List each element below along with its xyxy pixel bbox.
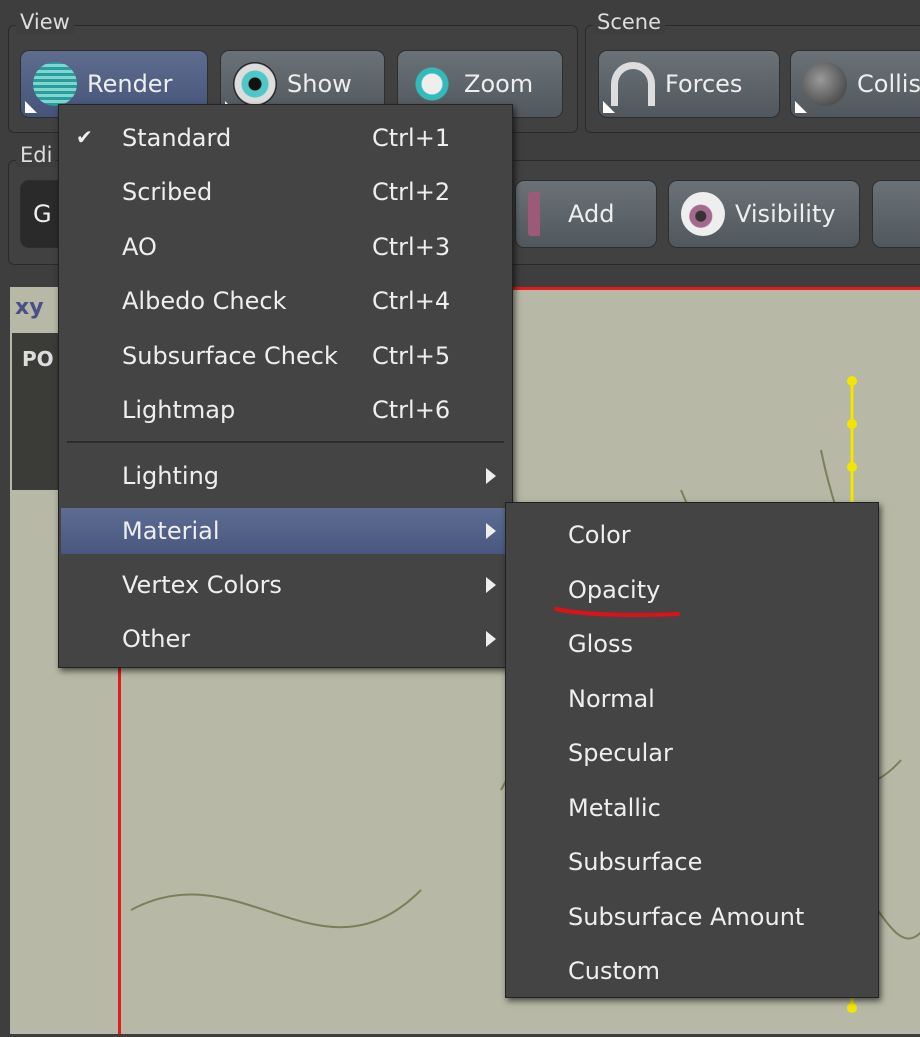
- add-label: Add: [568, 200, 615, 228]
- g-label: G: [33, 200, 52, 228]
- material-submenu: Color Opacity Gloss Normal Specular Meta…: [505, 502, 879, 998]
- item-shortcut: Ctrl+3: [372, 233, 451, 261]
- submenu-item-gloss[interactable]: Gloss: [506, 621, 878, 667]
- submenu-item-custom[interactable]: Custom: [506, 948, 878, 994]
- forces-button[interactable]: Forces: [598, 50, 780, 118]
- render-menu: ✔ Standard Ctrl+1 Scribed Ctrl+2 AO Ctrl+3 …: [58, 104, 513, 668]
- forces-label: Forces: [665, 70, 743, 98]
- menu-item-subsurface-check[interactable]: Subsurface Check Ctrl+5: [61, 333, 510, 379]
- globe-icon: [33, 62, 77, 106]
- item-label: AO: [122, 233, 157, 261]
- menu-item-lightmap[interactable]: Lightmap Ctrl+6: [61, 387, 510, 433]
- item-shortcut: Ctrl+1: [372, 124, 451, 152]
- collision-label: Collis: [857, 70, 920, 98]
- item-label: Albedo Check: [122, 287, 287, 315]
- render-label: Render: [87, 70, 173, 98]
- submenu-item-metallic[interactable]: Metallic: [506, 785, 878, 831]
- item-label: Vertex Colors: [122, 571, 282, 599]
- menu-item-vertex-colors[interactable]: Vertex Colors: [61, 562, 510, 608]
- item-label: Subsurface Check: [122, 342, 338, 370]
- submenu-item-specular[interactable]: Specular: [506, 730, 878, 776]
- item-label: Lighting: [122, 462, 220, 490]
- eye-icon: [233, 62, 277, 106]
- submenu-item-color[interactable]: Color: [506, 512, 878, 558]
- submenu-item-normal[interactable]: Normal: [506, 676, 878, 722]
- item-shortcut: Ctrl+5: [372, 342, 451, 370]
- item-label: Other: [122, 625, 191, 653]
- menu-item-lighting[interactable]: Lighting: [61, 453, 510, 499]
- transform-button[interactable]: [872, 180, 920, 248]
- submenu-item-subsurface[interactable]: Subsurface: [506, 839, 878, 885]
- item-shortcut: Ctrl+4: [372, 287, 451, 315]
- submenu-arrow-icon: [486, 468, 496, 484]
- item-label: Scribed: [122, 178, 213, 206]
- menu-item-albedo-check[interactable]: Albedo Check Ctrl+4: [61, 278, 510, 324]
- visibility-label: Visibility: [735, 200, 836, 228]
- menu-item-material[interactable]: Material: [61, 508, 510, 554]
- menu-separator: [67, 441, 504, 443]
- menu-item-other[interactable]: Other: [61, 616, 510, 662]
- add-button[interactable]: Add: [515, 180, 657, 248]
- submenu-item-subsurface-amount[interactable]: Subsurface Amount: [506, 894, 878, 940]
- magnet-icon: [611, 62, 655, 106]
- properties-label: PO: [22, 347, 54, 371]
- menu-item-standard[interactable]: Standard Ctrl+1: [61, 115, 510, 161]
- view-group-label: View: [16, 10, 74, 34]
- item-label: Standard: [122, 124, 232, 152]
- axis-label: xy: [15, 295, 44, 320]
- submenu-arrow-icon: [486, 523, 496, 539]
- item-label: Lightmap: [122, 396, 236, 424]
- menu-item-scribed[interactable]: Scribed Ctrl+2: [61, 169, 510, 215]
- bomb-icon: [803, 62, 847, 106]
- menu-item-ao[interactable]: AO Ctrl+3: [61, 224, 510, 270]
- scene-group-label: Scene: [593, 10, 666, 34]
- item-shortcut: Ctrl+2: [372, 178, 451, 206]
- visibility-button[interactable]: Visibility: [668, 180, 860, 248]
- collision-button[interactable]: Collis: [790, 50, 920, 118]
- item-shortcut: Ctrl+6: [372, 396, 451, 424]
- edit-group-label: Edi: [16, 143, 57, 167]
- item-label: Material: [122, 517, 220, 545]
- eyeball-icon: [681, 192, 725, 236]
- show-label: Show: [287, 70, 352, 98]
- add-branch-icon: [528, 192, 558, 236]
- red-underline-annotation: [554, 607, 680, 617]
- zoom-label: Zoom: [464, 70, 534, 98]
- submenu-arrow-icon: [486, 577, 496, 593]
- magnifier-icon: [410, 62, 454, 106]
- submenu-arrow-icon: [486, 631, 496, 647]
